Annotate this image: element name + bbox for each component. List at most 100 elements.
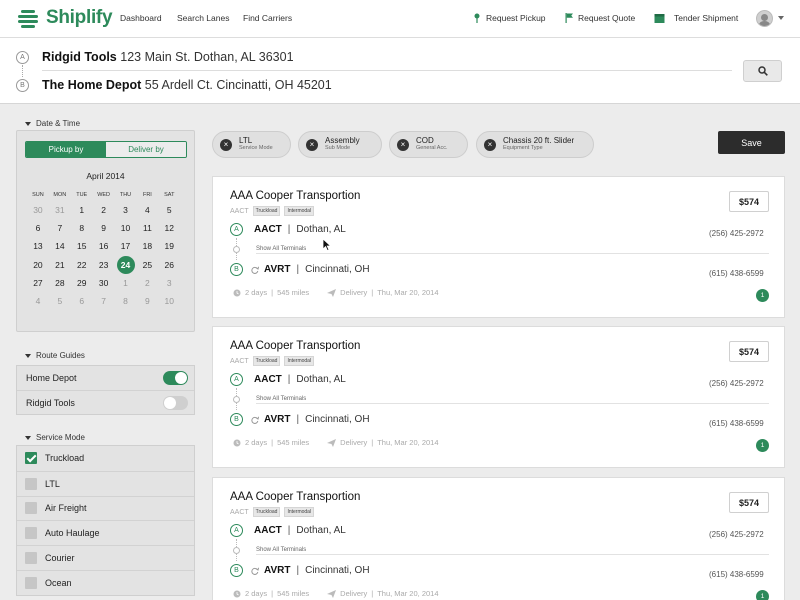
show-all-terminals-link[interactable]: Show All Terminals bbox=[256, 396, 306, 402]
calendar-day[interactable]: 4 bbox=[27, 292, 49, 310]
route-origin[interactable]: A Ridgid Tools 123 Main St. Dothan, AL 3… bbox=[16, 50, 294, 64]
calendar-day[interactable]: 21 bbox=[49, 256, 71, 274]
calendar-day[interactable]: 6 bbox=[71, 292, 93, 310]
service-mode-item[interactable]: Air Freight bbox=[17, 495, 194, 521]
nav-link-find-carriers[interactable]: Find Carriers bbox=[243, 13, 292, 23]
save-button[interactable]: Save bbox=[718, 131, 785, 154]
calendar-day[interactable]: 11 bbox=[136, 219, 158, 237]
calendar-day[interactable]: 13 bbox=[27, 237, 49, 255]
price-badge[interactable]: $574 bbox=[729, 341, 769, 362]
calendar-day[interactable]: 30 bbox=[27, 201, 49, 219]
destination-city: Cincinnati, OH bbox=[305, 264, 370, 275]
calendar-day[interactable]: 27 bbox=[27, 274, 49, 292]
carrier-code: AACT bbox=[230, 357, 249, 365]
route-guides-section-toggle[interactable]: Route Guides bbox=[25, 351, 85, 360]
calendar-day[interactable]: 15 bbox=[71, 237, 93, 255]
calendar-day[interactable]: 18 bbox=[136, 237, 158, 255]
calendar-day[interactable]: 2 bbox=[93, 201, 115, 219]
price-badge[interactable]: $574 bbox=[729, 191, 769, 212]
calendar-day[interactable]: 26 bbox=[158, 256, 180, 274]
calendar-day[interactable]: 7 bbox=[49, 219, 71, 237]
checkbox[interactable] bbox=[25, 502, 37, 515]
calendar-day[interactable]: 14 bbox=[49, 237, 71, 255]
calendar-week: 4 5 6 7 8 9 10 bbox=[27, 292, 193, 310]
nav-link-dashboard[interactable]: Dashboard bbox=[120, 13, 162, 23]
calendar-day[interactable]: 22 bbox=[71, 256, 93, 274]
carrier-name[interactable]: AAA Cooper Transportion bbox=[230, 491, 360, 503]
route-guide-toggle[interactable] bbox=[163, 395, 188, 410]
pickup-by-tab[interactable]: Pickup by bbox=[26, 142, 106, 157]
calendar-day[interactable]: 5 bbox=[158, 201, 180, 219]
checkbox[interactable] bbox=[25, 576, 37, 589]
refresh-icon[interactable] bbox=[251, 266, 259, 274]
price-badge[interactable]: $574 bbox=[729, 492, 769, 513]
calendar-day[interactable]: 29 bbox=[71, 274, 93, 292]
count-badge[interactable]: 1 bbox=[756, 590, 769, 600]
calendar-day[interactable]: 1 bbox=[115, 274, 137, 292]
checkbox[interactable] bbox=[25, 452, 37, 465]
calendar-day[interactable]: 17 bbox=[115, 237, 137, 255]
calendar-day[interactable]: 7 bbox=[93, 292, 115, 310]
checkbox[interactable] bbox=[25, 552, 37, 565]
remove-filter-close-icon[interactable]: × bbox=[306, 138, 318, 151]
service-mode-item[interactable]: Ocean bbox=[17, 569, 194, 595]
service-mode-section-toggle[interactable]: Service Mode bbox=[25, 433, 85, 442]
calendar-day[interactable]: 3 bbox=[158, 274, 180, 292]
route-destination[interactable]: B The Home Depot 55 Ardell Ct. Cincinatt… bbox=[16, 78, 332, 92]
carrier-card[interactable]: AAA Cooper Transportion AACT Truckload Inte… bbox=[212, 326, 785, 468]
calendar-day[interactable]: 25 bbox=[136, 256, 158, 274]
calendar-day[interactable]: 2 bbox=[136, 274, 158, 292]
calendar-day[interactable]: 5 bbox=[49, 292, 71, 310]
clock-icon bbox=[233, 439, 241, 446]
calendar-day[interactable]: 8 bbox=[71, 219, 93, 237]
service-mode-item[interactable]: Courier bbox=[17, 545, 194, 570]
date-time-section-toggle[interactable]: Date & Time bbox=[25, 119, 80, 128]
request-quote-link[interactable]: Request Quote bbox=[565, 13, 635, 23]
avatar[interactable] bbox=[756, 10, 773, 27]
calendar-day[interactable]: 12 bbox=[158, 219, 180, 237]
carrier-card[interactable]: AAA Cooper Transportion AACT Truckload Inte… bbox=[212, 477, 785, 600]
deliver-by-tab[interactable]: Deliver by bbox=[106, 142, 186, 157]
calendar-day[interactable]: 1 bbox=[71, 201, 93, 219]
remove-filter-close-icon[interactable]: × bbox=[484, 138, 496, 151]
refresh-icon[interactable] bbox=[251, 567, 259, 575]
request-pickup-link[interactable]: Request Pickup bbox=[473, 13, 546, 23]
service-mode-item[interactable]: Auto Haulage bbox=[17, 520, 194, 545]
carrier-name[interactable]: AAA Cooper Transportion bbox=[230, 340, 360, 352]
calendar-day[interactable]: 31 bbox=[49, 201, 71, 219]
calendar-day[interactable]: 20 bbox=[27, 256, 49, 274]
refresh-icon[interactable] bbox=[251, 416, 259, 424]
calendar-day[interactable]: 8 bbox=[115, 292, 137, 310]
service-mode-item[interactable]: LTL bbox=[17, 470, 194, 496]
chevron-down-icon[interactable] bbox=[778, 16, 784, 20]
calendar-day[interactable]: 28 bbox=[49, 274, 71, 292]
calendar-day[interactable]: 3 bbox=[115, 201, 137, 219]
carrier-name[interactable]: AAA Cooper Transportion bbox=[230, 190, 360, 202]
calendar-day[interactable]: 16 bbox=[93, 237, 115, 255]
show-all-terminals-link[interactable]: Show All Terminals bbox=[256, 246, 306, 252]
remove-filter-close-icon[interactable]: × bbox=[220, 138, 232, 151]
nav-link-search-lanes[interactable]: Search Lanes bbox=[177, 13, 229, 23]
logo[interactable]: Shiplify bbox=[16, 7, 113, 29]
carrier-card[interactable]: AAA Cooper Transportion AACT Truckload Inte… bbox=[212, 176, 785, 318]
remove-filter-close-icon[interactable]: × bbox=[397, 138, 409, 151]
show-all-terminals-link[interactable]: Show All Terminals bbox=[256, 547, 306, 553]
calendar-day[interactable]: 23 bbox=[93, 256, 115, 274]
calendar-day[interactable]: 19 bbox=[158, 237, 180, 255]
calendar-day[interactable]: 4 bbox=[136, 201, 158, 219]
tender-shipment-link[interactable]: Tender Shipment bbox=[654, 13, 738, 23]
calendar-day[interactable]: 6 bbox=[27, 219, 49, 237]
calendar-day[interactable]: 9 bbox=[136, 292, 158, 310]
route-guide-toggle[interactable] bbox=[163, 371, 188, 385]
search-button[interactable] bbox=[743, 60, 782, 82]
checkbox[interactable] bbox=[25, 477, 37, 490]
checkbox[interactable] bbox=[25, 527, 37, 540]
calendar-day[interactable]: 9 bbox=[93, 219, 115, 237]
calendar-day[interactable]: 10 bbox=[115, 219, 137, 237]
calendar-day[interactable]: 10 bbox=[158, 292, 180, 310]
calendar-day[interactable]: 24 bbox=[115, 255, 137, 274]
count-badge[interactable]: 1 bbox=[756, 289, 769, 302]
calendar-day[interactable]: 30 bbox=[93, 274, 115, 292]
service-mode-item[interactable]: Truckload bbox=[17, 446, 194, 471]
count-badge[interactable]: 1 bbox=[756, 439, 769, 452]
